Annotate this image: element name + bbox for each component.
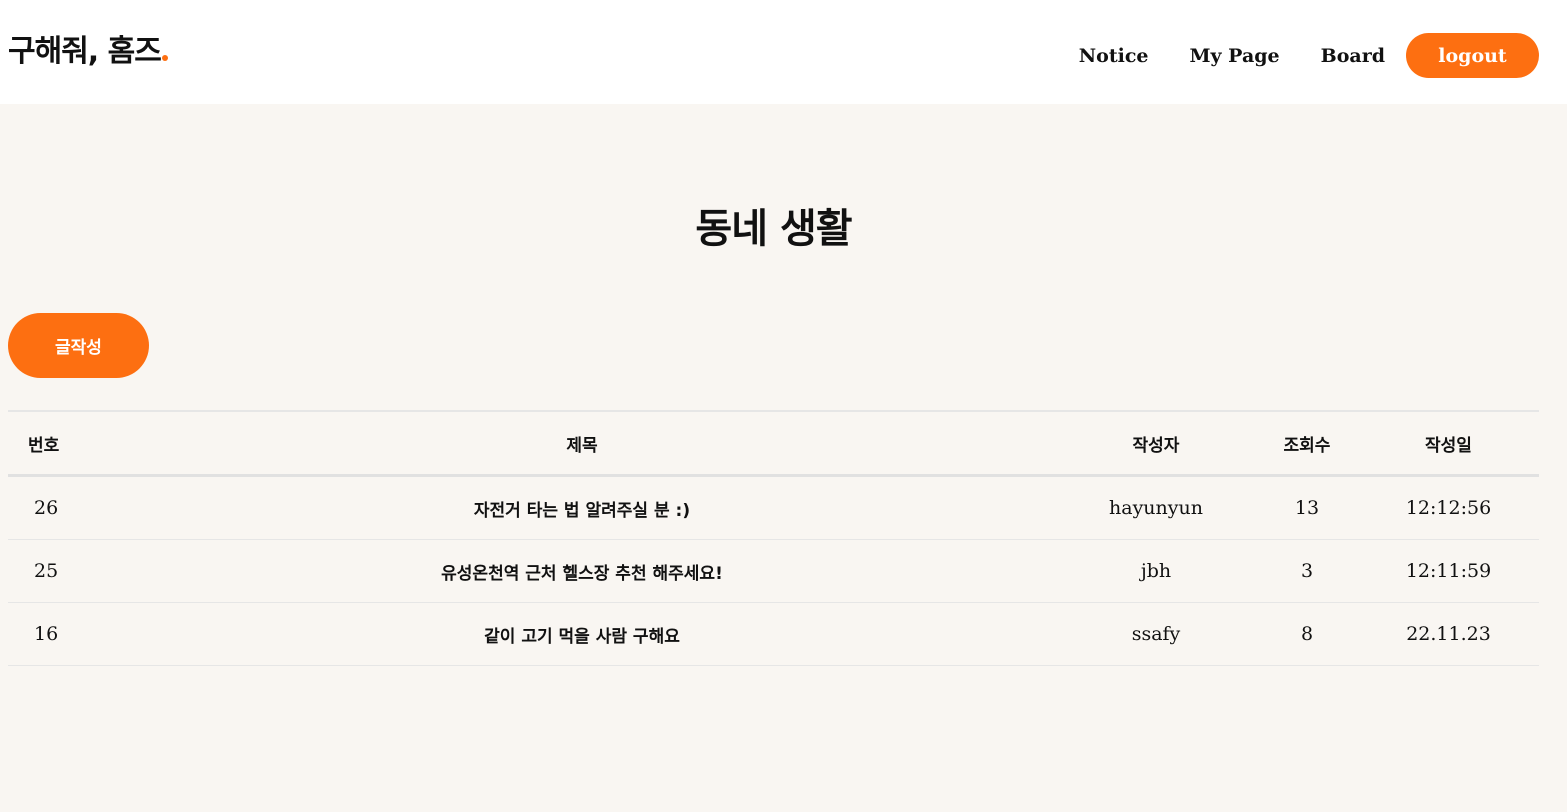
column-header-views: 조회수 bbox=[1256, 410, 1358, 477]
logo-dot bbox=[161, 55, 168, 61]
post-title-link[interactable]: 자전거 타는 법 알려주실 분 :) bbox=[108, 475, 1056, 540]
nav-board-link[interactable]: Board bbox=[1321, 45, 1385, 67]
logo-text: 구해줘, 홈즈 bbox=[8, 34, 162, 69]
table-row[interactable]: 26 자전거 타는 법 알려주실 분 :) hayunyun 13 12:12:… bbox=[8, 475, 1539, 540]
site-logo[interactable]: 구해줘, 홈즈 bbox=[8, 30, 168, 74]
column-header-author: 작성자 bbox=[1056, 410, 1256, 477]
table-header-row: 번호 제목 작성자 조회수 작성일 bbox=[8, 410, 1539, 477]
post-title-link[interactable]: 유성온천역 근처 헬스장 추천 해주세요! bbox=[108, 539, 1056, 603]
post-date: 22.11.23 bbox=[1358, 602, 1539, 666]
main-nav: Notice My Page Board logout bbox=[1079, 33, 1539, 78]
top-header: 구해줘, 홈즈 Notice My Page Board logout bbox=[0, 0, 1567, 104]
post-number: 26 bbox=[8, 475, 108, 540]
page-title: 동네 생활 bbox=[695, 206, 852, 252]
write-post-button[interactable]: 글작성 bbox=[8, 313, 149, 378]
post-date: 12:12:56 bbox=[1358, 475, 1539, 540]
logout-button[interactable]: logout bbox=[1406, 33, 1539, 78]
table-row[interactable]: 25 유성온천역 근처 헬스장 추천 해주세요! jbh 3 12:11:59 bbox=[8, 539, 1539, 603]
post-date: 12:11:59 bbox=[1358, 539, 1539, 603]
post-author: ssafy bbox=[1056, 602, 1256, 666]
post-author: hayunyun bbox=[1056, 475, 1256, 540]
table-row[interactable]: 16 같이 고기 먹을 사람 구해요 ssafy 8 22.11.23 bbox=[8, 602, 1539, 666]
post-views: 13 bbox=[1256, 475, 1358, 540]
post-author: jbh bbox=[1056, 539, 1256, 603]
column-header-title: 제목 bbox=[108, 410, 1056, 477]
board-table: 번호 제목 작성자 조회수 작성일 26 자전거 타는 법 알려주실 분 :) … bbox=[8, 410, 1539, 666]
post-number: 25 bbox=[8, 539, 108, 603]
post-views: 8 bbox=[1256, 602, 1358, 666]
column-header-no: 번호 bbox=[8, 410, 108, 477]
post-views: 3 bbox=[1256, 539, 1358, 603]
post-number: 16 bbox=[8, 602, 108, 666]
post-title-link[interactable]: 같이 고기 먹을 사람 구해요 bbox=[108, 602, 1056, 666]
nav-notice-link[interactable]: Notice bbox=[1079, 45, 1149, 67]
column-header-date: 작성일 bbox=[1358, 410, 1539, 477]
nav-mypage-link[interactable]: My Page bbox=[1190, 45, 1280, 67]
